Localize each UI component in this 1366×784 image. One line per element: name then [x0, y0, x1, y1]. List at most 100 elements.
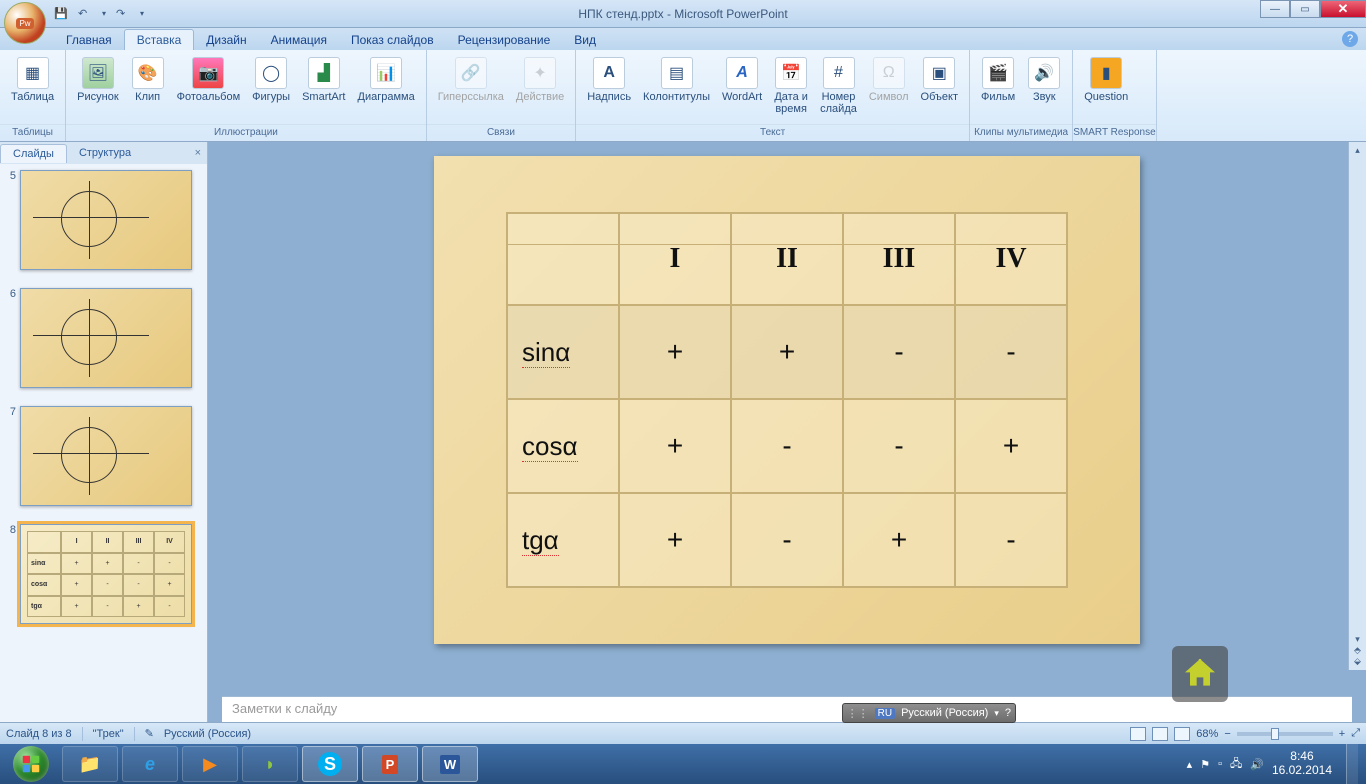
wordart-button[interactable]: AWordArt [717, 54, 767, 106]
tray-clock[interactable]: 8:46 16.02.2014 [1272, 750, 1332, 778]
scroll-up-icon[interactable]: ▴ [1355, 145, 1360, 156]
cell[interactable]: + [955, 399, 1067, 493]
slide-thumbnail[interactable] [20, 170, 192, 270]
tray-flag-icon[interactable]: ⚑ [1200, 758, 1210, 771]
col-header[interactable]: IV [955, 213, 1067, 305]
slide-canvas[interactable]: I II III IV sinα + + - - cosα + [208, 142, 1366, 696]
show-desktop-button[interactable] [1346, 744, 1358, 784]
taskbar-word[interactable]: W [422, 746, 478, 782]
taskbar-explorer[interactable]: 📁 [62, 746, 118, 782]
slide-thumbnail[interactable] [20, 406, 192, 506]
next-slide-icon[interactable]: ⬙ [1354, 656, 1361, 667]
object-button[interactable]: ▣Объект [916, 54, 963, 106]
spellcheck-icon[interactable]: ✎ [145, 727, 154, 740]
textbox-button[interactable]: AНадпись [582, 54, 636, 106]
qat-more-icon[interactable]: ▾ [140, 9, 144, 18]
prev-slide-icon[interactable]: ⬘ [1354, 645, 1361, 656]
chart-button[interactable]: 📊Диаграмма [353, 54, 420, 106]
slide-thumbnail-current[interactable]: IIIIIIIV sinα++-- cosα+--+ tgα+-+- [20, 524, 192, 624]
table-button[interactable]: ▦Таблица [6, 54, 59, 106]
cell[interactable]: + [731, 305, 843, 399]
cell[interactable]: + [619, 399, 731, 493]
lang-help-icon[interactable]: ? [1005, 707, 1011, 719]
thumbnails[interactable]: 5 6 7 8 IIIIIIIV sinα++-- cosα+--+ tgα+-… [0, 164, 207, 722]
fit-view-icon[interactable]: ⤢ [1351, 727, 1360, 740]
picture-button[interactable]: 🖼Рисунок [72, 54, 124, 106]
language-bar[interactable]: ⋮⋮ RU Русский (Россия) ▾ ? [842, 703, 1016, 723]
row-header[interactable]: cosα [507, 399, 619, 493]
sound-button[interactable]: 🔊Звук [1022, 54, 1066, 106]
scroll-down-icon[interactable]: ▾ [1355, 634, 1360, 645]
cell[interactable]: - [955, 305, 1067, 399]
row-header[interactable]: sinα [507, 305, 619, 399]
close-button[interactable]: ✕ [1320, 0, 1366, 18]
start-button[interactable] [4, 745, 58, 783]
movie-button[interactable]: 🎬Фильм [976, 54, 1020, 106]
tab-slides-thumbnails[interactable]: Слайды [0, 144, 67, 163]
tab-animation[interactable]: Анимация [259, 30, 339, 50]
office-button[interactable]: Pw [4, 2, 46, 44]
tab-review[interactable]: Рецензирование [446, 30, 563, 50]
cell[interactable]: - [731, 399, 843, 493]
tray-network-icon[interactable]: 🖧 [1230, 755, 1242, 774]
help-icon[interactable]: ? [1342, 31, 1358, 47]
current-slide[interactable]: I II III IV sinα + + - - cosα + [434, 156, 1140, 644]
cell-blank[interactable] [507, 213, 619, 305]
sorter-view-button[interactable] [1152, 727, 1168, 741]
cell[interactable]: + [843, 493, 955, 587]
close-panel-icon[interactable]: × [189, 147, 207, 159]
cell[interactable]: + [619, 305, 731, 399]
tab-slideshow[interactable]: Показ слайдов [339, 30, 446, 50]
zoom-out-icon[interactable]: − [1224, 728, 1230, 740]
lang-menu-icon[interactable]: ▾ [994, 708, 999, 719]
undo-icon[interactable]: ↶ [78, 7, 92, 21]
normal-view-button[interactable] [1130, 727, 1146, 741]
slideshow-view-button[interactable] [1174, 727, 1190, 741]
qat-dropdown-icon[interactable]: ▾ [102, 9, 106, 18]
redo-icon[interactable]: ↷ [116, 7, 130, 21]
taskbar-app-green[interactable]: ◗ [242, 746, 298, 782]
shapes-button[interactable]: ◯Фигуры [247, 54, 295, 106]
status-language[interactable]: Русский (Россия) [164, 728, 251, 740]
cell[interactable]: - [731, 493, 843, 587]
question-button[interactable]: ▮Question [1079, 54, 1133, 106]
taskbar-skype[interactable]: S [302, 746, 358, 782]
slide-thumbnail[interactable] [20, 288, 192, 388]
row-header[interactable]: tgα [507, 493, 619, 587]
taskbar-powerpoint[interactable]: P [362, 746, 418, 782]
taskbar-mediaplayer[interactable]: ▶ [182, 746, 238, 782]
maximize-button[interactable]: ▭ [1290, 0, 1320, 18]
tray-more-icon[interactable]: ▴ [1187, 758, 1193, 771]
tray-action-icon[interactable]: ▫ [1218, 758, 1222, 770]
slidenumber-button[interactable]: #Номер слайда [815, 54, 862, 118]
tab-home[interactable]: Главная [54, 30, 124, 50]
vertical-scrollbar[interactable]: ▴ ▾ ⬘ ⬙ [1348, 142, 1366, 670]
col-header[interactable]: II [731, 213, 843, 305]
lang-code[interactable]: RU [875, 708, 895, 719]
zoom-slider[interactable] [1237, 732, 1333, 736]
overlay-home-icon[interactable] [1172, 646, 1228, 702]
cell[interactable]: - [843, 305, 955, 399]
album-button[interactable]: 📷Фотоальбом [172, 54, 246, 106]
taskbar-ie[interactable]: e [122, 746, 178, 782]
minimize-button[interactable]: — [1260, 0, 1290, 18]
tab-view[interactable]: Вид [562, 30, 608, 50]
cell[interactable]: - [955, 493, 1067, 587]
headerfooter-button[interactable]: ▤Колонтитулы [638, 54, 715, 106]
tray-volume-icon[interactable]: 🔊 [1250, 758, 1264, 771]
tab-insert[interactable]: Вставка [124, 29, 195, 50]
clip-icon: 🎨 [132, 57, 164, 89]
tab-design[interactable]: Дизайн [194, 30, 258, 50]
col-header[interactable]: I [619, 213, 731, 305]
save-icon[interactable]: 💾 [54, 7, 68, 21]
datetime-button[interactable]: 📅Дата и время [769, 54, 813, 118]
cell[interactable]: + [619, 493, 731, 587]
col-header[interactable]: III [843, 213, 955, 305]
tab-outline[interactable]: Структура [67, 144, 143, 162]
ribbon: ▦Таблица Таблицы 🖼Рисунок 🎨Клип 📷Фотоаль… [0, 50, 1366, 142]
clip-button[interactable]: 🎨Клип [126, 54, 170, 106]
cell[interactable]: - [843, 399, 955, 493]
trig-table[interactable]: I II III IV sinα + + - - cosα + [506, 212, 1068, 588]
zoom-in-icon[interactable]: + [1339, 728, 1345, 740]
smartart-button[interactable]: ▟SmartArt [297, 54, 350, 106]
